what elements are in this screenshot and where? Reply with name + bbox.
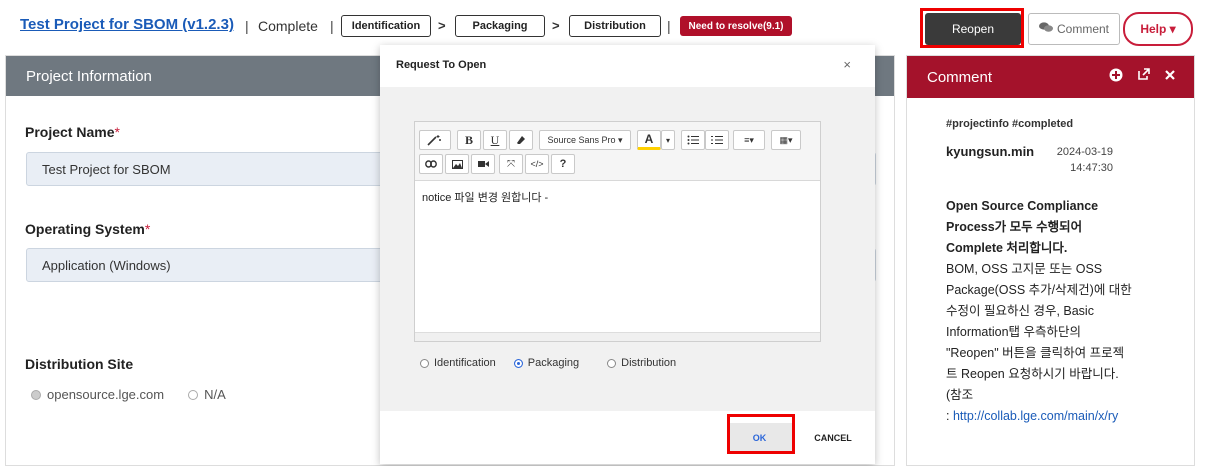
font-color-icon[interactable]: A xyxy=(637,130,661,150)
comment-tags: #projectinfo #completed xyxy=(946,118,1074,130)
project-name-label: Project Name* xyxy=(25,124,120,140)
editor-resize-handle[interactable] xyxy=(415,332,820,341)
comment-line: Process가 모두 수행되어 xyxy=(946,220,1083,234)
editor-content[interactable]: notice 파일 변경 원합니다 - xyxy=(422,189,548,205)
comment-body: Open Source Compliance Process가 모두 수행되어 … xyxy=(946,196,1166,427)
stage-identification[interactable]: Identification xyxy=(341,15,431,37)
comment-line: Package(OSS 추가/삭제건)에 대한 xyxy=(946,283,1132,297)
comment-panel-title: Comment xyxy=(927,68,993,86)
separator: | xyxy=(245,18,249,34)
editor-toolbar: B U Source Sans Pro ▾ A ▾ ≡▾ ▦▾ ⤧ </> ? xyxy=(415,122,820,181)
comment-link-line: : http://collab.lge.com/main/x/ry xyxy=(946,409,1119,423)
link-icon[interactable] xyxy=(419,154,443,174)
required-mark: * xyxy=(144,221,151,237)
reference-link[interactable]: http://collab.lge.com/main/x/ry xyxy=(953,409,1118,423)
comment-button[interactable]: Comment xyxy=(1028,13,1120,45)
project-status: Complete xyxy=(258,18,318,34)
comment-line: Open Source Compliance xyxy=(946,199,1099,213)
radio-opensource[interactable] xyxy=(31,389,41,400)
reopen-highlight xyxy=(920,8,1024,48)
distribution-site-options: opensource.lge.com N/A xyxy=(31,387,226,402)
stage-radio-group: Identification Packaging Distribution xyxy=(420,357,676,369)
dialog-close-icon[interactable]: × xyxy=(843,57,851,72)
comment-line: Information탭 우측하단의 xyxy=(946,325,1082,339)
radio-na-label: N/A xyxy=(204,387,226,402)
image-icon[interactable] xyxy=(445,154,469,174)
eraser-icon[interactable] xyxy=(509,130,533,150)
radio-identification-option[interactable]: Identification xyxy=(420,357,496,369)
help-icon[interactable]: ? xyxy=(551,154,575,174)
popout-icon[interactable] xyxy=(1137,68,1150,85)
cancel-button[interactable]: CANCEL xyxy=(808,423,858,453)
comment-panel-actions xyxy=(1109,68,1176,85)
operating-system-label: Operating System* xyxy=(25,221,151,237)
comment-panel: Comment #projectinfo #completed kyungsun… xyxy=(906,55,1195,466)
comment-line: 트 Reopen 요청하시기 바랍니다. xyxy=(946,367,1119,381)
radio-identification[interactable] xyxy=(420,358,429,368)
dialog-title: Request To Open xyxy=(396,59,487,71)
separator: | xyxy=(330,18,334,34)
comment-line: (참조 xyxy=(946,388,974,402)
comment-icon xyxy=(1038,22,1053,36)
radio-distribution[interactable] xyxy=(607,358,617,368)
project-title-link[interactable]: Test Project for SBOM (v1.2.3) xyxy=(20,16,234,33)
code-view-icon[interactable]: </> xyxy=(525,154,549,174)
radio-opensource-label: opensource.lge.com xyxy=(47,387,165,402)
radio-packaging[interactable] xyxy=(513,358,523,368)
underline-icon[interactable]: U xyxy=(483,130,507,150)
need-to-resolve-badge[interactable]: Need to resolve(9.1) xyxy=(680,16,792,36)
font-color-dropdown-icon[interactable]: ▾ xyxy=(661,130,675,150)
radio-distribution-label: Distribution xyxy=(621,357,677,369)
stage-packaging[interactable]: Packaging xyxy=(455,15,545,37)
comment-author: kyungsun.min xyxy=(946,144,1035,159)
comment-line: "Reopen" 버튼을 클릭하여 프로젝 xyxy=(946,346,1125,360)
separator: | xyxy=(667,18,671,34)
radio-packaging-option[interactable]: Packaging xyxy=(513,357,580,369)
required-mark: * xyxy=(114,124,120,140)
bold-icon[interactable]: B xyxy=(457,130,481,150)
radio-identification-label: Identification xyxy=(434,357,496,369)
align-icon[interactable]: ≡▾ xyxy=(733,130,765,150)
distribution-site-label: Distribution Site xyxy=(25,356,134,372)
comment-line: Complete 처리합니다. xyxy=(946,241,1068,255)
add-icon[interactable] xyxy=(1109,68,1123,85)
stage-arrow: > xyxy=(552,18,560,33)
close-icon[interactable] xyxy=(1164,68,1176,85)
video-icon[interactable] xyxy=(471,154,495,174)
fullscreen-icon[interactable]: ⤧ xyxy=(499,154,523,174)
dialog-footer xyxy=(380,411,875,464)
top-bar: Test Project for SBOM (v1.2.3) | Complet… xyxy=(0,0,1215,50)
comment-line: BOM, OSS 고지문 또는 OSS xyxy=(946,262,1103,276)
comment-timestamp: 2024-03-19 14:47:30 xyxy=(1056,146,1113,174)
radio-na[interactable] xyxy=(188,389,199,400)
radio-packaging-label: Packaging xyxy=(527,357,580,369)
rich-text-editor: B U Source Sans Pro ▾ A ▾ ≡▾ ▦▾ ⤧ </> ? … xyxy=(414,121,821,342)
font-family-select[interactable]: Source Sans Pro ▾ xyxy=(539,130,631,150)
ok-highlight xyxy=(727,414,795,454)
page-scrollbar[interactable] xyxy=(1201,0,1215,464)
numbered-list-icon[interactable] xyxy=(705,130,729,150)
comment-button-label: Comment xyxy=(1056,22,1109,36)
help-button[interactable]: Help ▾ xyxy=(1123,12,1193,46)
magic-wand-icon[interactable] xyxy=(419,130,451,150)
bulleted-list-icon[interactable] xyxy=(681,130,705,150)
stage-arrow: > xyxy=(438,18,446,33)
radio-distribution-option[interactable]: Distribution xyxy=(607,357,676,369)
stage-distribution[interactable]: Distribution xyxy=(569,15,661,37)
table-icon[interactable]: ▦▾ xyxy=(771,130,801,150)
comment-line: 수정이 필요하신 경우, Basic xyxy=(946,304,1094,318)
request-to-open-dialog: Request To Open × B U Source Sans Pro ▾ … xyxy=(380,45,875,464)
